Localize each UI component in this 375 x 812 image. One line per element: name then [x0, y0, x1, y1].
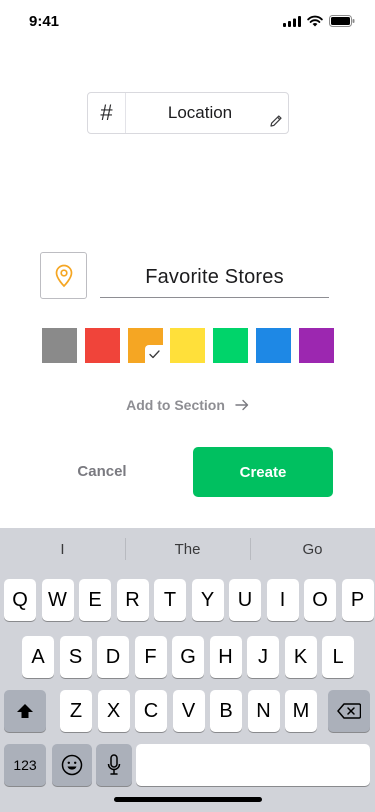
- suggestion-item[interactable]: The: [125, 528, 250, 570]
- backspace-icon: [337, 703, 361, 719]
- key-h[interactable]: H: [209, 636, 242, 678]
- keyboard: I The Go Q W E R T Y U I O P A S D F G H J K L Z X C V B N M 123: [0, 528, 375, 812]
- key-d[interactable]: D: [97, 636, 129, 678]
- suggestion-item[interactable]: I: [0, 528, 125, 570]
- key-l[interactable]: L: [322, 636, 354, 678]
- color-swatch[interactable]: [170, 328, 205, 363]
- add-to-section-button[interactable]: Add to Section: [0, 394, 375, 416]
- key-x[interactable]: X: [97, 690, 130, 732]
- key-j[interactable]: J: [247, 636, 279, 678]
- battery-icon: [329, 15, 355, 27]
- status-icons: [283, 15, 355, 27]
- microphone-icon: [107, 754, 121, 775]
- key-r[interactable]: R: [116, 579, 149, 621]
- hash-icon: #: [88, 93, 126, 133]
- key-z[interactable]: Z: [60, 690, 92, 732]
- pencil-icon[interactable]: [268, 113, 284, 129]
- color-swatches: [42, 328, 334, 363]
- shift-key[interactable]: [4, 690, 46, 732]
- key-g[interactable]: G: [172, 636, 204, 678]
- key-t[interactable]: T: [154, 579, 186, 621]
- cancel-button[interactable]: Cancel: [52, 448, 152, 494]
- key-i[interactable]: I: [266, 579, 299, 621]
- key-n[interactable]: N: [247, 690, 280, 732]
- backspace-key[interactable]: [328, 690, 370, 732]
- create-button[interactable]: Create: [193, 447, 333, 497]
- microphone-key[interactable]: [96, 744, 132, 786]
- color-swatch[interactable]: [85, 328, 120, 363]
- add-to-section-label: Add to Section: [126, 397, 225, 413]
- color-swatch[interactable]: [213, 328, 248, 363]
- key-c[interactable]: C: [135, 690, 167, 732]
- key-a[interactable]: A: [22, 636, 54, 678]
- emoji-key[interactable]: [52, 744, 92, 786]
- home-indicator: [114, 797, 262, 802]
- color-swatch[interactable]: [42, 328, 77, 363]
- shift-icon: [17, 704, 33, 718]
- key-v[interactable]: V: [172, 690, 205, 732]
- wifi-icon: [307, 15, 323, 27]
- map-pin-icon: [55, 264, 72, 287]
- arrow-right-icon: [235, 399, 249, 411]
- key-p[interactable]: P: [341, 579, 374, 621]
- emoji-icon: [61, 754, 83, 776]
- checkmark-icon: [145, 345, 163, 363]
- suggestion-item[interactable]: Go: [250, 528, 375, 570]
- numbers-key[interactable]: 123: [4, 744, 46, 786]
- color-swatch[interactable]: [128, 328, 163, 363]
- cellular-signal-icon: [283, 15, 301, 27]
- key-f[interactable]: F: [134, 636, 167, 678]
- color-swatch[interactable]: [299, 328, 334, 363]
- list-icon-picker[interactable]: [40, 252, 87, 299]
- key-y[interactable]: Y: [191, 579, 224, 621]
- key-s[interactable]: S: [59, 636, 92, 678]
- key-k[interactable]: K: [284, 636, 317, 678]
- space-key[interactable]: [136, 744, 370, 786]
- list-name-input[interactable]: Favorite Stores: [100, 258, 329, 298]
- key-e[interactable]: E: [79, 579, 111, 621]
- key-b[interactable]: B: [210, 690, 242, 732]
- category-field[interactable]: # Location: [87, 92, 289, 134]
- suggestion-bar: I The Go: [0, 528, 375, 570]
- key-u[interactable]: U: [229, 579, 261, 621]
- status-bar: 9:41: [0, 0, 375, 44]
- key-q[interactable]: Q: [4, 579, 36, 621]
- category-name: Location: [167, 103, 233, 122]
- status-time: 9:41: [29, 13, 60, 30]
- key-m[interactable]: M: [285, 690, 317, 732]
- key-o[interactable]: O: [304, 579, 336, 621]
- color-swatch[interactable]: [256, 328, 291, 363]
- key-w[interactable]: W: [41, 579, 74, 621]
